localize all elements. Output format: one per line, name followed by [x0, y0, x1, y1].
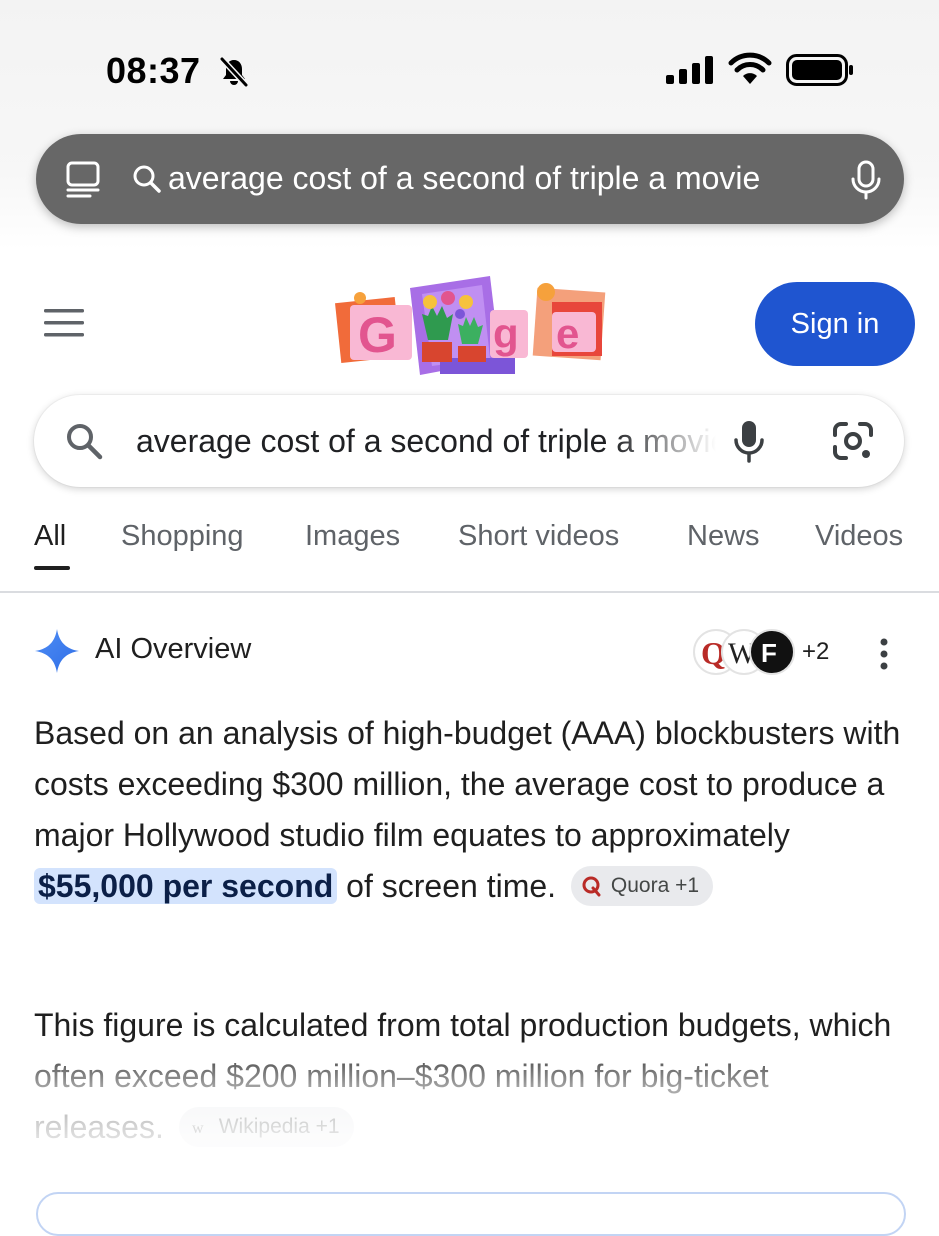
- active-tab-indicator: [34, 566, 70, 570]
- wifi-icon: [728, 52, 772, 84]
- cellular-signal-icon: [666, 56, 713, 84]
- citation-label: Quora +1: [610, 874, 700, 898]
- address-query-text[interactable]: average cost of a second of triple a mov…: [168, 160, 833, 197]
- ai-overview-title: AI Overview: [95, 633, 252, 665]
- gemini-sparkle-icon: [35, 629, 79, 673]
- page-icon[interactable]: [64, 160, 102, 198]
- show-more-button[interactable]: [36, 1192, 906, 1236]
- ai-overview-paragraph-1: Based on an analysis of high-budget (AAA…: [34, 708, 904, 912]
- paragraph-text: Based on an analysis of high-budget (AAA…: [34, 715, 901, 853]
- search-input[interactable]: [136, 417, 716, 465]
- citation-label: Wikipedia +1: [218, 1115, 340, 1139]
- tab-videos[interactable]: Videos: [815, 520, 903, 553]
- source-favicons[interactable]: Q W F: [692, 628, 798, 676]
- highlighted-answer: $55,000 per second: [34, 868, 338, 904]
- tabs-divider: [0, 591, 939, 593]
- microphone-icon[interactable]: [732, 419, 766, 463]
- svg-text:w: w: [192, 1120, 204, 1137]
- svg-text:g: g: [493, 310, 519, 357]
- browser-address-bar[interactable]: average cost of a second of triple a mov…: [36, 134, 904, 224]
- search-box[interactable]: [34, 395, 904, 487]
- tab-images[interactable]: Images: [305, 520, 400, 553]
- quora-icon: [582, 876, 601, 897]
- paragraph-text: This figure is calculated from total pro…: [34, 1007, 892, 1145]
- svg-text:e: e: [556, 310, 579, 357]
- citation-chip-wikipedia[interactable]: w Wikipedia +1: [178, 1106, 354, 1147]
- tab-all[interactable]: All: [34, 520, 66, 553]
- svg-text:F: F: [761, 638, 777, 668]
- more-options-icon[interactable]: [874, 634, 894, 674]
- ai-overview-paragraph-2: This figure is calculated from total pro…: [34, 1000, 904, 1153]
- film-site-favicon-icon: F: [749, 629, 795, 675]
- battery-icon: [786, 54, 853, 86]
- search-icon: [67, 424, 103, 460]
- hamburger-menu-icon[interactable]: [44, 306, 84, 340]
- wikipedia-icon: w: [192, 1120, 204, 1137]
- sign-in-button[interactable]: Sign in: [755, 282, 915, 366]
- google-lens-icon[interactable]: [832, 421, 874, 461]
- paragraph-text: of screen time.: [337, 868, 557, 904]
- search-icon: [133, 165, 161, 193]
- svg-text:G: G: [358, 307, 397, 363]
- source-extra-count[interactable]: +2: [802, 638, 829, 666]
- bell-slash-icon: [219, 56, 249, 88]
- tab-short-videos[interactable]: Short videos: [458, 520, 619, 553]
- tab-news[interactable]: News: [687, 520, 760, 553]
- tab-shopping[interactable]: Shopping: [121, 520, 244, 553]
- microphone-icon[interactable]: [848, 160, 884, 200]
- google-doodle-logo[interactable]: G g e: [330, 270, 610, 385]
- citation-chip-quora[interactable]: Quora +1: [570, 865, 714, 906]
- status-time: 08:37: [106, 50, 201, 91]
